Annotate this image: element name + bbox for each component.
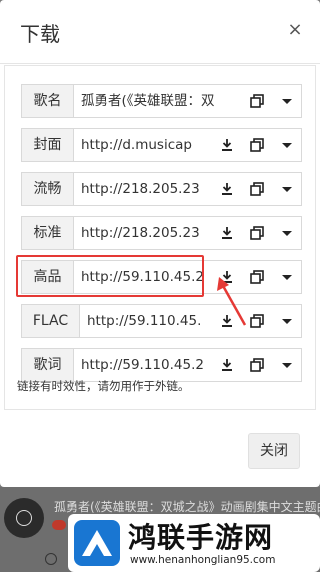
row-flac: FLAC http://59.110.45. xyxy=(21,304,302,338)
dropdown-button[interactable] xyxy=(272,261,302,293)
copy-button[interactable] xyxy=(242,349,272,381)
copy-button[interactable] xyxy=(242,217,272,249)
dialog-header: 下载 × xyxy=(0,0,320,64)
row-value-input[interactable]: 孤勇者(《英雄联盟：双 xyxy=(81,85,266,117)
dropdown-button[interactable] xyxy=(272,349,302,381)
copy-icon xyxy=(250,138,264,152)
dropdown-button[interactable] xyxy=(272,129,302,161)
download-icon xyxy=(222,359,232,371)
download-icon xyxy=(222,139,232,151)
row-value-input[interactable]: http://59.110.45. xyxy=(87,305,214,337)
download-button[interactable] xyxy=(212,349,242,381)
dropdown-button[interactable] xyxy=(272,173,302,205)
download-button[interactable] xyxy=(212,129,242,161)
annotation-arrow xyxy=(217,277,247,326)
row-cover: 封面 http://d.musicap xyxy=(21,128,302,162)
caret-down-icon xyxy=(282,187,292,192)
watermark-logo xyxy=(74,520,120,566)
caret-down-icon xyxy=(282,319,292,324)
row-song-name: 歌名 孤勇者(《英雄联盟：双 xyxy=(21,84,302,118)
download-button[interactable] xyxy=(212,217,242,249)
copy-icon xyxy=(250,226,264,240)
dialog-footer: 关闭 xyxy=(0,411,320,487)
copy-icon xyxy=(250,182,264,196)
highlight-box xyxy=(16,255,204,297)
close-icon[interactable]: × xyxy=(286,20,304,40)
caret-down-icon xyxy=(282,275,292,280)
link-expiry-hint: 链接有时效性，请勿用作于外链。 xyxy=(17,379,190,393)
copy-icon xyxy=(250,270,264,284)
download-icon xyxy=(222,183,232,195)
caret-down-icon xyxy=(282,143,292,148)
row-smooth: 流畅 http://218.205.23 xyxy=(21,172,302,206)
watermark-title: 鸿联手游网 xyxy=(128,521,274,554)
copy-icon xyxy=(250,314,264,328)
row-value-input[interactable]: http://218.205.23 xyxy=(81,173,214,205)
dialog-title: 下载 xyxy=(20,22,60,46)
row-label: 封面 xyxy=(22,129,74,161)
caret-down-icon xyxy=(282,231,292,236)
row-label: FLAC xyxy=(22,305,80,337)
dropdown-button[interactable] xyxy=(272,305,302,337)
row-value-input[interactable]: http://d.musicap xyxy=(81,129,214,161)
row-value-input[interactable]: http://59.110.45.2 xyxy=(81,349,214,381)
caret-down-icon xyxy=(282,363,292,368)
row-standard: 标准 http://218.205.23 xyxy=(21,216,302,250)
copy-icon xyxy=(250,94,264,108)
dialog-body: 歌名 孤勇者(《英雄联盟：双 封面 http://d.musicap 流畅 ht… xyxy=(4,65,316,410)
heart-icon xyxy=(52,520,66,530)
search-icon xyxy=(45,553,57,565)
copy-button[interactable] xyxy=(242,85,272,117)
row-label: 歌名 xyxy=(22,85,74,117)
row-lyrics: 歌词 http://59.110.45.2 xyxy=(21,348,302,382)
download-button[interactable] xyxy=(212,173,242,205)
caret-down-icon xyxy=(282,99,292,104)
close-button[interactable]: 关闭 xyxy=(248,433,300,469)
dropdown-button[interactable] xyxy=(272,85,302,117)
now-playing-title: 孤勇者(《英雄联盟：双城之战》动画剧集中文主题曲) xyxy=(54,500,320,514)
row-label: 标准 xyxy=(22,217,74,249)
watermark-url: www.henanhonglian95.com xyxy=(130,554,276,566)
copy-button[interactable] xyxy=(242,129,272,161)
row-label: 歌词 xyxy=(22,349,74,381)
dropdown-button[interactable] xyxy=(272,217,302,249)
download-dialog: 下载 × 歌名 孤勇者(《英雄联盟：双 封面 http://d.musicap xyxy=(0,0,320,487)
copy-icon xyxy=(250,358,264,372)
copy-button[interactable] xyxy=(242,173,272,205)
pause-icon xyxy=(16,510,32,526)
row-value-input[interactable]: http://218.205.23 xyxy=(81,217,214,249)
row-label: 流畅 xyxy=(22,173,74,205)
download-icon xyxy=(222,227,232,239)
watermark: 鸿联手游网 www.henanhonglian95.com xyxy=(68,514,320,572)
